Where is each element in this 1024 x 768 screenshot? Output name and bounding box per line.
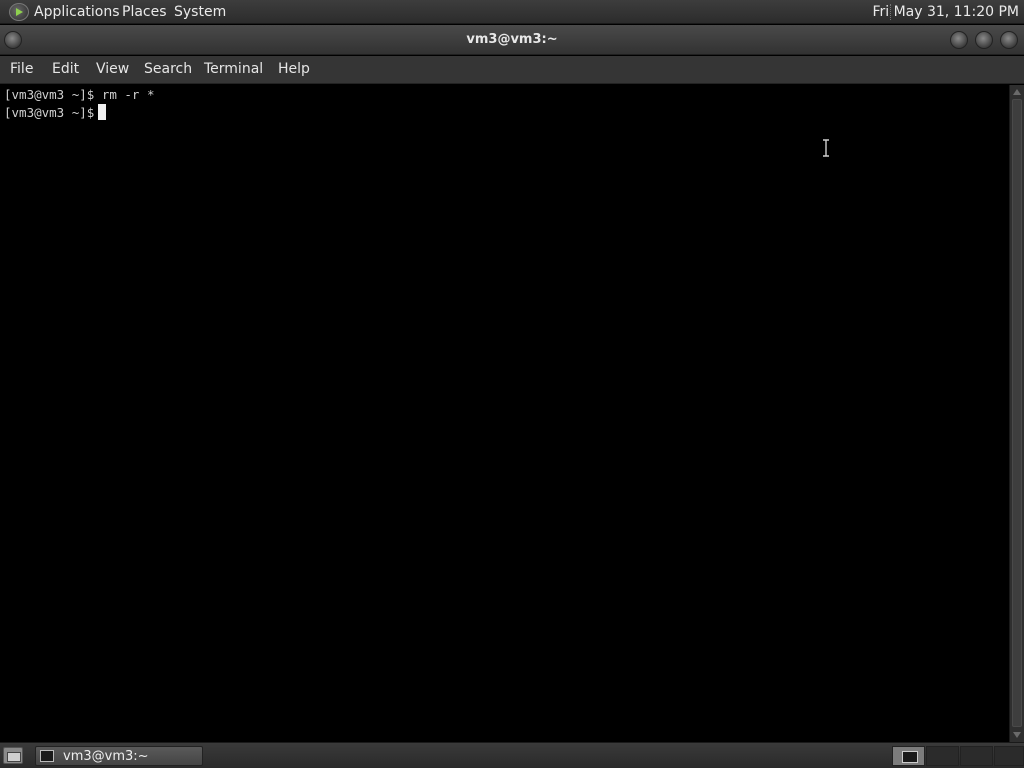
scroll-thumb[interactable]: [1012, 99, 1022, 727]
text-cursor: [98, 104, 107, 120]
top-panel: Applications Places System Fri May 31, 1…: [0, 0, 1024, 24]
applications-logo-icon[interactable]: [9, 3, 29, 21]
menu-view[interactable]: View: [96, 61, 129, 77]
close-icon[interactable]: [1000, 31, 1018, 49]
scroll-up-icon[interactable]: [1013, 89, 1021, 95]
workspace-1[interactable]: [892, 746, 925, 766]
places-menu[interactable]: Places: [122, 4, 167, 20]
menu-terminal[interactable]: Terminal: [204, 61, 263, 77]
bottom-panel: vm3@vm3:~: [0, 742, 1024, 768]
scroll-down-icon[interactable]: [1013, 732, 1021, 738]
terminal-scrollbar[interactable]: [1009, 85, 1024, 742]
applications-menu[interactable]: Applications: [34, 4, 120, 20]
terminal-menubar: File Edit View Search Terminal Help: [0, 56, 1024, 84]
minimize-icon[interactable]: [950, 31, 968, 49]
menu-edit[interactable]: Edit: [52, 61, 79, 77]
window-title: vm3@vm3:~: [466, 32, 558, 47]
workspace-3[interactable]: [960, 746, 993, 766]
mouse-ibeam-cursor-icon: [823, 139, 829, 157]
system-menu[interactable]: System: [174, 4, 226, 20]
taskbar-button-terminal[interactable]: vm3@vm3:~: [35, 746, 203, 766]
workspace-4[interactable]: [994, 746, 1024, 766]
window-titlebar[interactable]: vm3@vm3:~: [0, 25, 1024, 55]
terminal-icon: [40, 750, 54, 762]
show-desktop-icon[interactable]: [3, 747, 23, 764]
menu-help[interactable]: Help: [278, 61, 310, 77]
menu-file[interactable]: File: [10, 61, 33, 77]
menu-search[interactable]: Search: [144, 61, 192, 77]
terminal-line: [vm3@vm3 ~]$ rm -r *: [4, 87, 155, 102]
maximize-icon[interactable]: [975, 31, 993, 49]
clock[interactable]: Fri May 31, 11:20 PM: [872, 4, 1019, 20]
taskbar-label: vm3@vm3:~: [63, 749, 149, 764]
terminal-output[interactable]: [vm3@vm3 ~]$ rm -r * [vm3@vm3 ~]$: [0, 85, 1009, 742]
terminal-line: [vm3@vm3 ~]$: [4, 104, 1005, 122]
workspace-2[interactable]: [926, 746, 959, 766]
